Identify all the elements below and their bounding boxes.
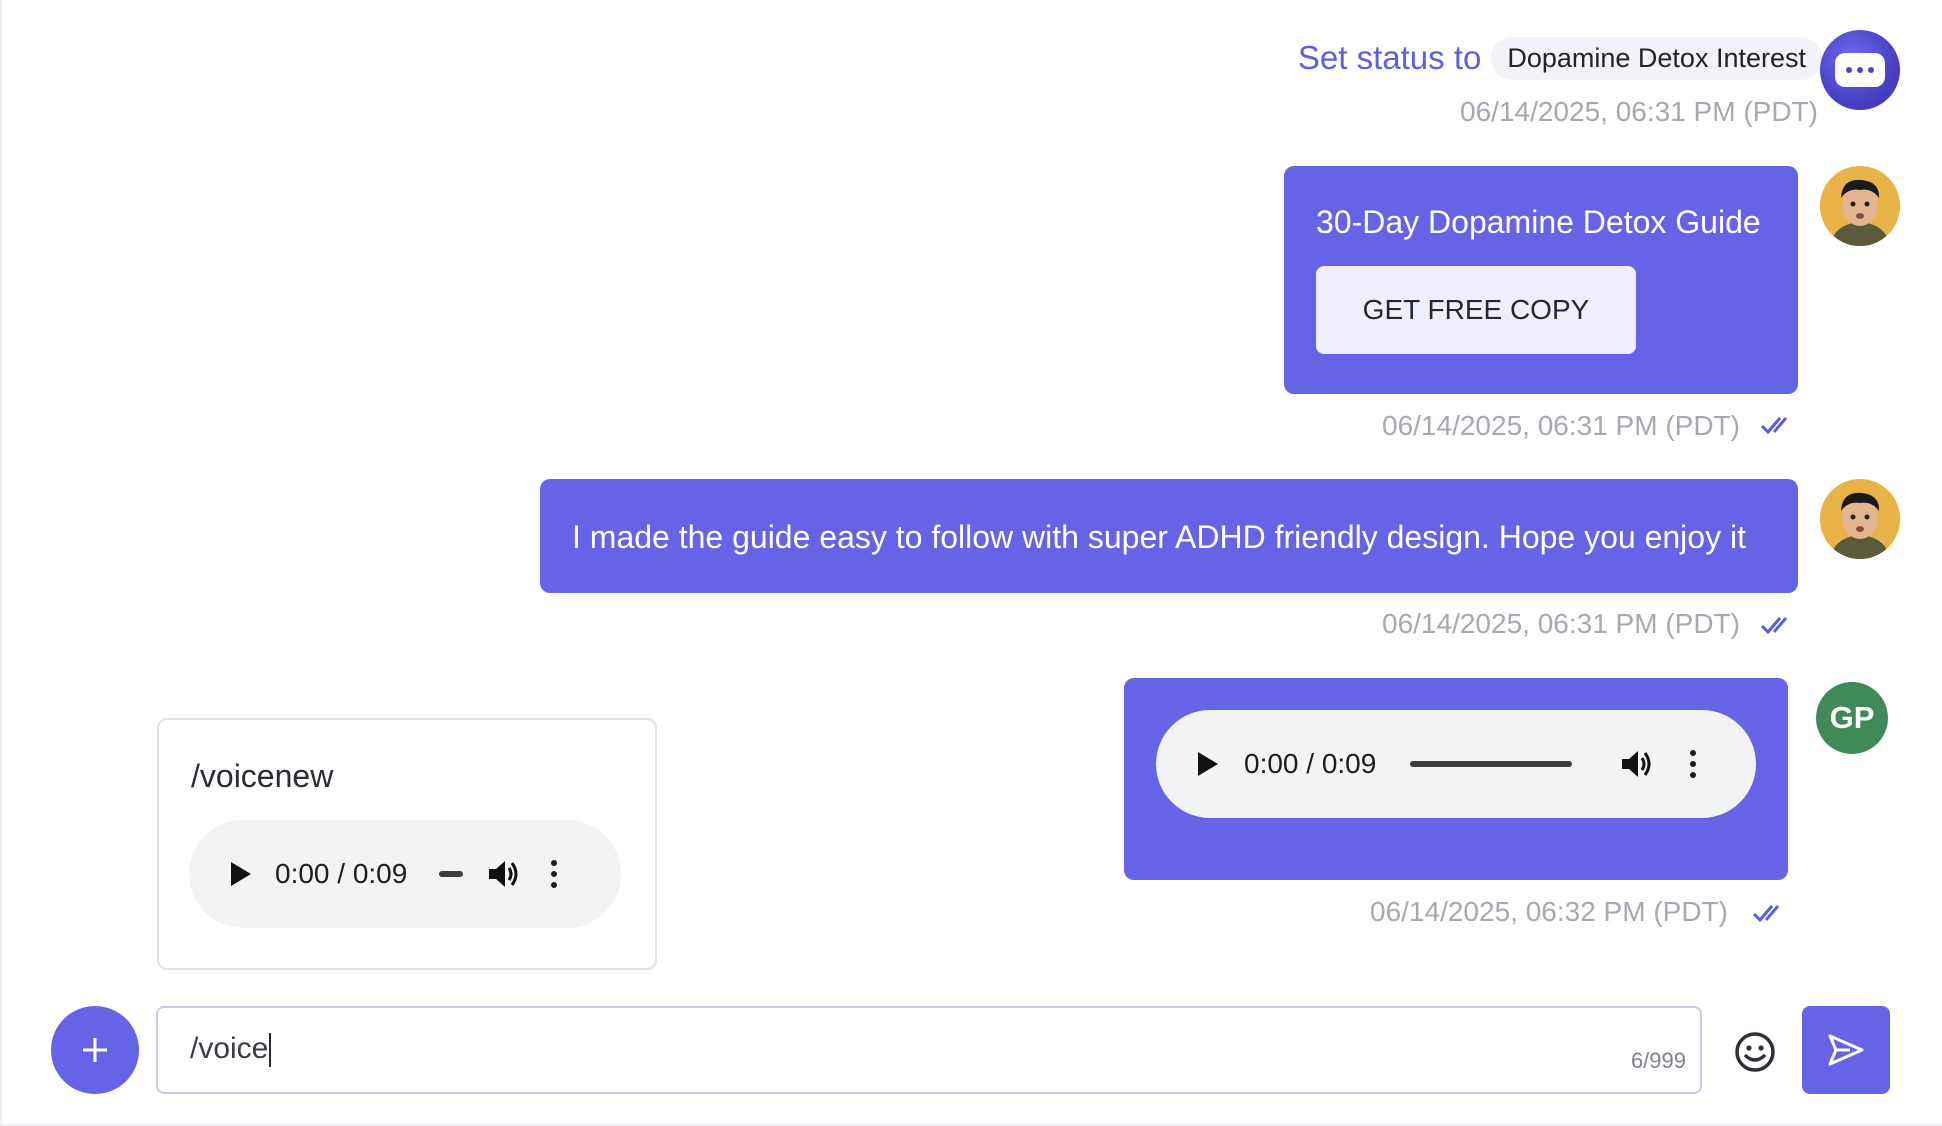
audio-time: 0:00 / 0:09	[1244, 748, 1377, 779]
more-vertical-icon[interactable]	[551, 860, 558, 888]
command-suggestion[interactable]: /voicenew 0:00 / 0:09	[157, 718, 657, 970]
gp-avatar: GP	[1816, 682, 1888, 754]
add-attachment-button[interactable]	[51, 1006, 139, 1094]
plus-icon	[83, 1038, 107, 1062]
more-vertical-icon[interactable]	[1690, 750, 1697, 778]
message-timestamp: 06/14/2025, 06:32 PM (PDT)	[1370, 896, 1728, 927]
user-photo-icon	[1820, 479, 1900, 559]
volume-icon[interactable]	[487, 859, 521, 889]
text-message: I made the guide easy to follow with sup…	[540, 479, 1798, 593]
double-check-icon	[1752, 905, 1780, 923]
audio-time: 0:00 / 0:09	[275, 858, 408, 889]
text-caret	[269, 1033, 272, 1068]
play-icon[interactable]	[1198, 752, 1218, 776]
double-check-icon	[1760, 617, 1788, 635]
guide-title: 30-Day Dopamine Detox Guide	[1316, 204, 1761, 240]
status-prefix: Set status to	[1297, 39, 1482, 76]
audio-progress-track[interactable]	[439, 871, 464, 877]
status-timestamp: 06/14/2025, 06:31 PM (PDT)	[1460, 96, 1818, 127]
chat-bubble-icon	[1835, 53, 1885, 87]
audio-progress-track[interactable]	[1410, 761, 1573, 767]
message-input[interactable]: /voice 6/999	[156, 1006, 1702, 1094]
user-avatar	[1820, 479, 1900, 559]
guide-card-message: 30-Day Dopamine Detox Guide GET FREE COP…	[1284, 166, 1798, 394]
status-badge: Dopamine Detox Interest	[1491, 36, 1822, 80]
user-photo-icon	[1820, 166, 1900, 246]
message-input-value: /voice	[190, 1032, 269, 1065]
play-icon[interactable]	[231, 862, 251, 886]
user-avatar	[1820, 166, 1900, 246]
bot-avatar	[1820, 30, 1900, 110]
message-timestamp: 06/14/2025, 06:31 PM (PDT)	[1382, 410, 1740, 441]
audio-player: 0:00 / 0:09	[1156, 710, 1756, 818]
send-arrow-icon	[1828, 1034, 1864, 1066]
message-text: I made the guide easy to follow with sup…	[572, 519, 1746, 555]
smiley-icon[interactable]	[1733, 1030, 1777, 1074]
get-free-copy-button[interactable]: GET FREE COPY	[1316, 266, 1636, 354]
send-button[interactable]	[1802, 1006, 1890, 1094]
chat-thread: Set status to Dopamine Detox Interest 06…	[0, 0, 1942, 980]
character-counter: 6/999	[1630, 1048, 1686, 1073]
message-timestamp: 06/14/2025, 06:31 PM (PDT)	[1382, 608, 1740, 639]
double-check-icon	[1760, 417, 1788, 435]
volume-icon[interactable]	[1620, 749, 1654, 779]
status-change-row: Set status to Dopamine Detox Interest	[1298, 36, 1822, 80]
suggestion-command: /voicenew	[191, 758, 334, 794]
voice-message: 0:00 / 0:09	[1124, 678, 1788, 880]
suggestion-audio-player: 0:00 / 0:09	[189, 820, 621, 928]
